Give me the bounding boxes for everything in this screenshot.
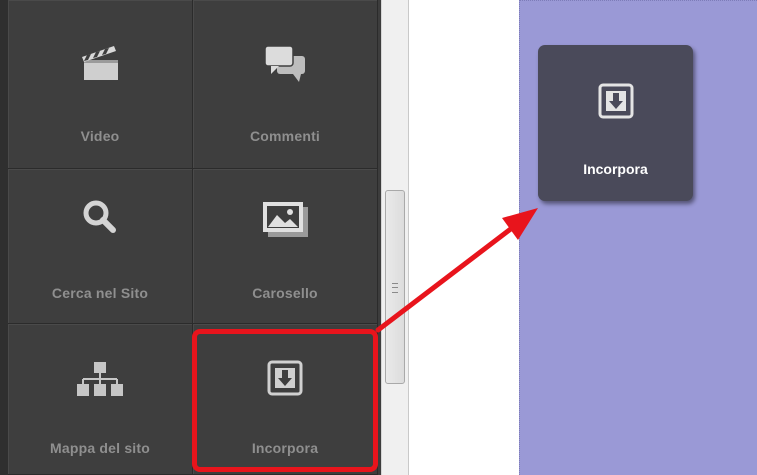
widget-label: Mappa del sito [49, 440, 151, 456]
dropped-widget-label: Incorpora [583, 161, 648, 177]
widget-label: Cerca nel Sito [51, 285, 149, 301]
scrollbar-thumb[interactable] [385, 190, 405, 384]
sitemap-icon [75, 360, 125, 403]
grip-icon [392, 283, 398, 293]
widget-label: Video [80, 128, 120, 144]
image-carousel-icon [260, 199, 310, 244]
widget-label: Carosello [252, 285, 318, 301]
widget-tile-cerca-nel-sito[interactable]: Cerca nel Sito [8, 169, 193, 324]
widget-tile-mappa-del-sito[interactable]: Mappa del sito [8, 324, 193, 475]
panel-scrollbar[interactable] [381, 0, 409, 475]
widget-tile-carosello[interactable]: Carosello [193, 169, 378, 324]
embed-icon [598, 83, 634, 124]
speech-bubbles-icon [263, 44, 307, 89]
magnifier-icon [82, 199, 118, 240]
dropped-widget-incorpora[interactable]: Incorpora [538, 45, 693, 201]
widget-tile-video[interactable]: Video [8, 0, 193, 169]
widget-label: Commenti [249, 128, 321, 144]
highlight-box [192, 329, 378, 472]
widget-tile-commenti[interactable]: Commenti [193, 0, 378, 169]
clapperboard-icon [78, 44, 122, 87]
